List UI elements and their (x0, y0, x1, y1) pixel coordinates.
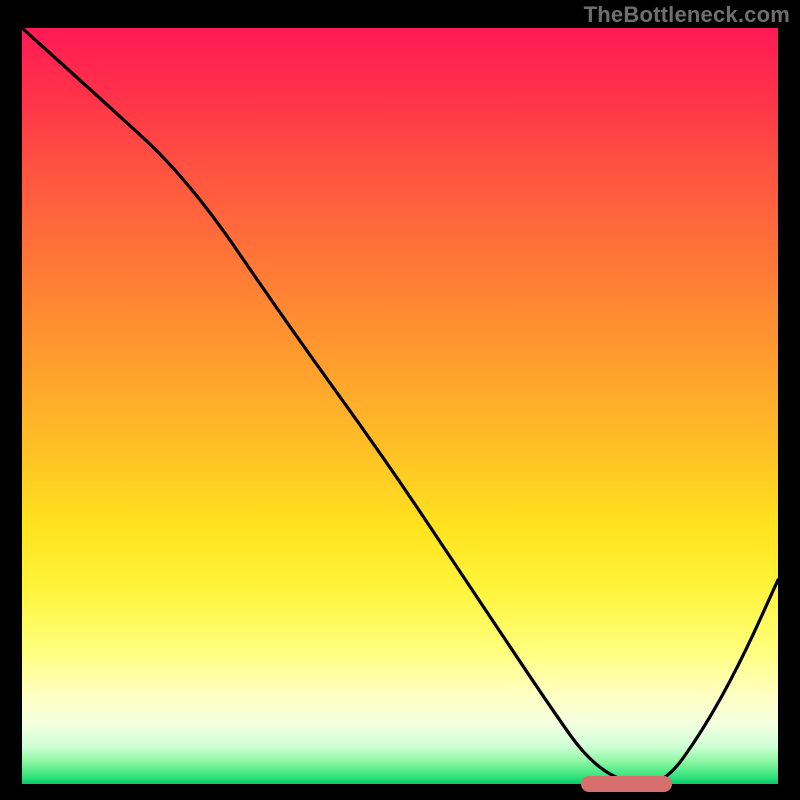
minimum-marker (581, 776, 672, 792)
series-path (22, 28, 778, 784)
plot-area (22, 28, 778, 784)
chart-container: TheBottleneck.com (0, 0, 800, 800)
watermark-text: TheBottleneck.com (584, 2, 790, 28)
line-series (22, 28, 778, 784)
